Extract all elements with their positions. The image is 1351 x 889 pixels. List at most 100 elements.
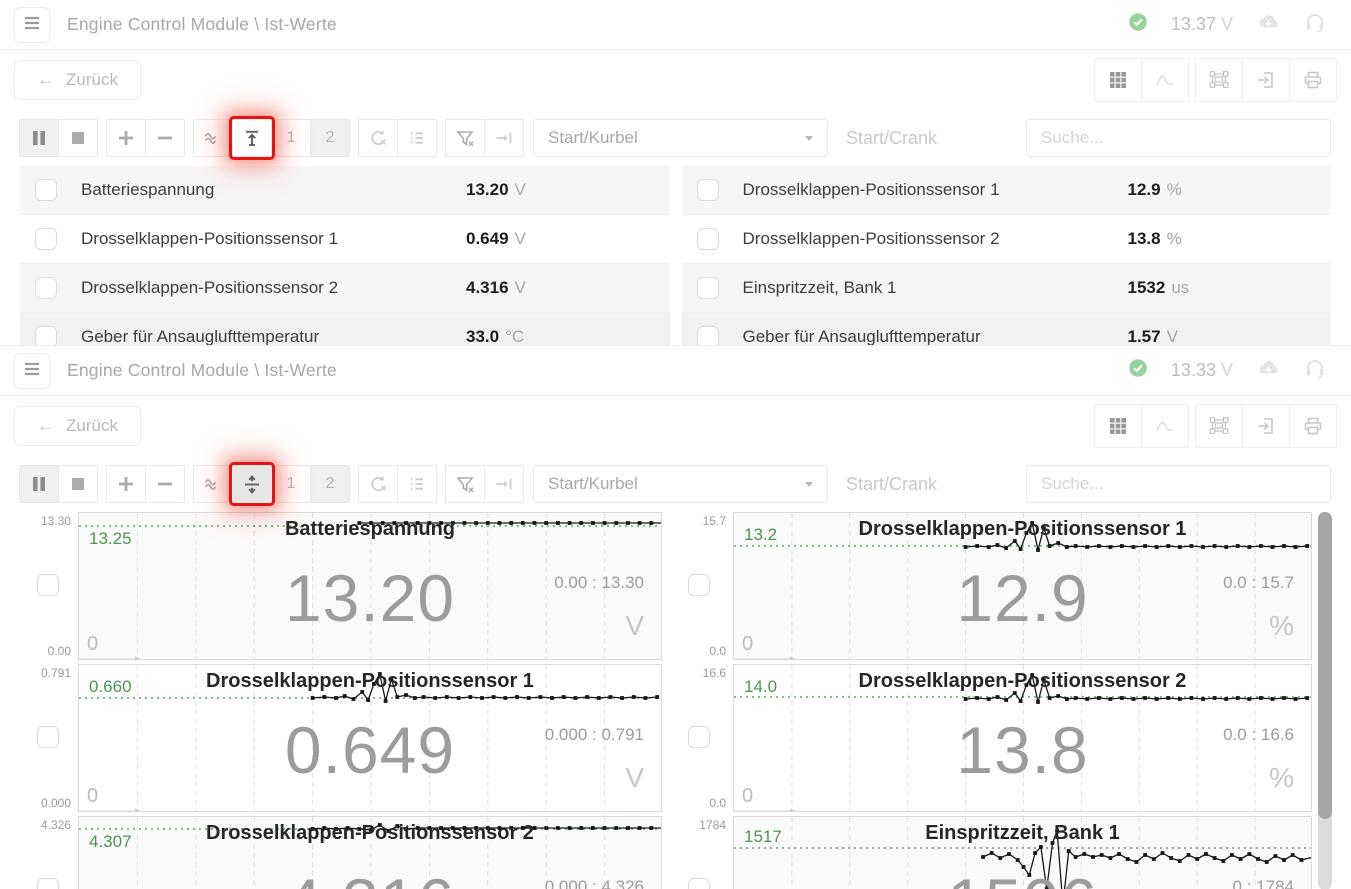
list-icon: [405, 472, 429, 496]
row-checkbox[interactable]: [697, 228, 719, 250]
pause-button[interactable]: [19, 119, 59, 157]
print-button[interactable]: [1289, 58, 1337, 102]
clear-filter-button[interactable]: [445, 465, 485, 503]
smoothing-button[interactable]: [193, 465, 233, 503]
graph-title: Drosselklappen-Positionssensor 1: [734, 518, 1311, 541]
status-ok-icon: [1127, 357, 1149, 384]
graph-title: Drosselklappen-Positionssensor 1: [79, 670, 661, 693]
select-area-button[interactable]: [1195, 58, 1243, 102]
row-checkbox[interactable]: [35, 228, 57, 250]
y-axis-max-label: 16.6: [703, 666, 726, 680]
vertical-scrollbar[interactable]: [1318, 512, 1332, 889]
reset-zoom-button[interactable]: [358, 119, 398, 157]
dropdown-caption: Start/Crank: [846, 128, 937, 149]
pause-icon: [27, 472, 51, 496]
values-column-right: Drosselklappen-Positionssensor 112.9%Dro…: [682, 166, 1332, 345]
list-view-button[interactable]: [397, 119, 437, 157]
export-button[interactable]: [1242, 404, 1290, 448]
cycle-dropdown[interactable]: Start/Kurbel: [533, 465, 828, 503]
jump-to-end-button[interactable]: [484, 119, 524, 157]
y-axis-max-label: 0.791: [41, 666, 71, 680]
parameter-label: Einspritzzeit, Bank 1: [743, 278, 1128, 298]
page-1-button[interactable]: 1: [271, 465, 311, 503]
smoothing-button[interactable]: [193, 119, 233, 157]
values-table: Batteriespannung13.20VDrosselklappen-Pos…: [0, 166, 1351, 345]
current-marker-label: 13.25: [89, 529, 132, 549]
row-checkbox[interactable]: [697, 179, 719, 201]
graph-checkbox[interactable]: [688, 726, 710, 748]
page-2-button[interactable]: 2: [310, 465, 350, 503]
values-column-left: Batteriespannung13.20VDrosselklappen-Pos…: [20, 166, 670, 345]
stop-button[interactable]: [58, 119, 98, 157]
graph-checkbox[interactable]: [688, 878, 710, 889]
add-parameter-button[interactable]: [106, 119, 146, 157]
cloud-download-icon[interactable]: [1255, 356, 1281, 385]
headset-icon[interactable]: [1303, 10, 1327, 39]
cycle-dropdown-value: Start/Kurbel: [548, 128, 638, 148]
parameter-value: 4.316: [466, 278, 509, 298]
graph-checkbox[interactable]: [37, 878, 59, 889]
row-checkbox[interactable]: [35, 277, 57, 299]
page-1-button[interactable]: 1: [271, 119, 311, 157]
graph-title: Drosselklappen-Positionssensor 2: [79, 822, 661, 845]
jump-to-end-button[interactable]: [484, 465, 524, 503]
row-checkbox[interactable]: [697, 326, 719, 345]
parameter-value: 13.8: [1128, 229, 1161, 249]
auto-scale-button[interactable]: [232, 465, 272, 503]
fixed-scale-button[interactable]: [232, 119, 272, 157]
chart-view-button[interactable]: [1141, 404, 1189, 448]
tab-arrow-icon: [492, 472, 516, 496]
grid-icon: [1106, 68, 1130, 92]
chart-view-button[interactable]: [1141, 58, 1189, 102]
reset-zoom-button[interactable]: [358, 465, 398, 503]
parameter-label: Drosselklappen-Positionssensor 1: [743, 180, 1128, 200]
menu-icon: [20, 357, 44, 384]
row-checkbox[interactable]: [697, 277, 719, 299]
row-checkbox[interactable]: [35, 179, 57, 201]
add-parameter-button[interactable]: [106, 465, 146, 503]
remove-parameter-button[interactable]: [145, 465, 185, 503]
graph-checkbox[interactable]: [37, 574, 59, 596]
headset-icon[interactable]: [1303, 356, 1327, 385]
search-input[interactable]: [1026, 119, 1331, 157]
row-checkbox[interactable]: [35, 326, 57, 345]
graph-gutter: 4.326: [0, 816, 78, 889]
list-view-button[interactable]: [397, 465, 437, 503]
graph-checkbox[interactable]: [37, 726, 59, 748]
stop-button[interactable]: [58, 465, 98, 503]
line-chart-icon: [1153, 68, 1177, 92]
parameter-label: Geber für Ansauglufttemperatur: [81, 327, 466, 345]
graph-checkbox[interactable]: [688, 574, 710, 596]
x-axis-zero-label: 0: [742, 633, 753, 656]
back-button[interactable]: ← Zurück: [14, 60, 141, 100]
search-input[interactable]: [1026, 465, 1331, 503]
remove-parameter-button[interactable]: [145, 119, 185, 157]
export-button[interactable]: [1242, 58, 1290, 102]
menu-button[interactable]: [14, 7, 50, 43]
wave-icon: [201, 472, 225, 496]
back-arrow-icon: ←: [37, 416, 54, 436]
table-row: Einspritzzeit, Bank 11532us: [682, 264, 1332, 313]
select-area-icon: [1207, 68, 1231, 92]
clear-filter-button[interactable]: [445, 119, 485, 157]
cloud-download-icon[interactable]: [1255, 10, 1281, 39]
back-button[interactable]: ← Zurück: [14, 406, 141, 446]
page-2-button[interactable]: 2: [310, 119, 350, 157]
menu-button[interactable]: [14, 353, 50, 389]
parameter-value: 13.20: [466, 180, 509, 200]
minus-icon: [153, 126, 177, 150]
scrollbar-thumb[interactable]: [1318, 512, 1332, 819]
stop-icon: [66, 472, 90, 496]
grid-view-button[interactable]: [1094, 404, 1142, 448]
parameter-label: Batteriespannung: [81, 180, 466, 200]
parameter-label: Drosselklappen-Positionssensor 2: [743, 229, 1128, 249]
grid-view-button[interactable]: [1094, 58, 1142, 102]
print-button[interactable]: [1289, 404, 1337, 448]
graph-row: 0.7910.000Drosselklappen-Positionssensor…: [0, 664, 1351, 812]
tab-arrow-icon: [492, 126, 516, 150]
cycle-dropdown[interactable]: Start/Kurbel: [533, 119, 828, 157]
select-area-button[interactable]: [1195, 404, 1243, 448]
pause-button[interactable]: [19, 465, 59, 503]
battery-voltage: 13.37 V: [1171, 14, 1233, 35]
graph-range: 0.000 : 4.326: [545, 877, 644, 889]
